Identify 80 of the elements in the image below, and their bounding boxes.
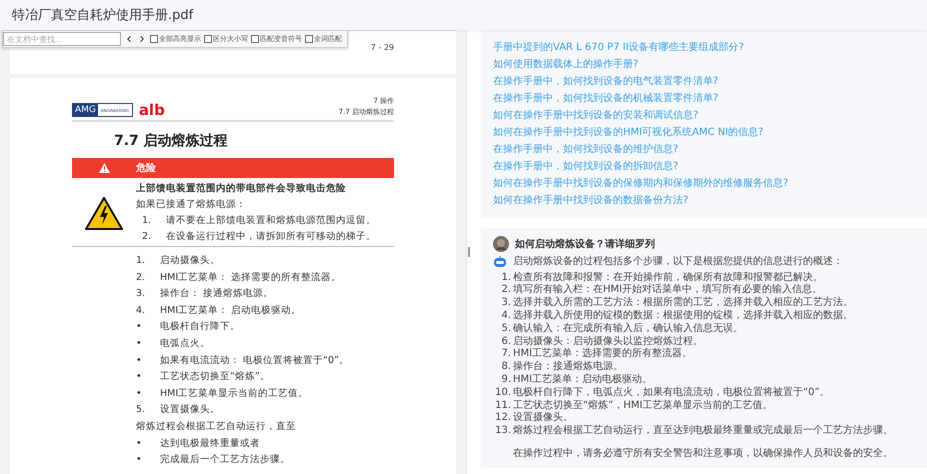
answer-step: 选择并载入所使用的锭模的数据：根据使用的锭模，选择并载入相应的数据。 [513, 310, 853, 322]
step-number: 2. [136, 272, 146, 284]
bullet-text: 电极杆自行降下。 [160, 321, 240, 334]
answer-step-number: 1. [500, 272, 511, 284]
answer-step-number: 10. [494, 386, 511, 399]
answer-step-number: 7. [500, 348, 511, 360]
step-text: 操作台： 接通熔炼电源。 [160, 288, 274, 300]
answer-step: 启动摄像头：启动摄像头以监控熔炼过程。 [513, 336, 703, 348]
window-title: 特冶厂真空自耗炉使用手册.pdf [12, 7, 194, 24]
answer-step-number: 2. [500, 284, 511, 296]
splitter-handle[interactable] [468, 247, 470, 257]
bullet-text: HMI工艺菜单显示当前的工艺值。 [160, 388, 308, 400]
step-number: 3. [136, 288, 146, 300]
bullet-mark: • [136, 338, 143, 350]
answer-step: 填写所有输入栏：在HMI开始对话菜单中，填写所有必要的输入信息。 [513, 284, 822, 296]
answer-step: 电极杆自行降下，电弧点火，如果有电流流动，电极位置将被置于“0”。 [513, 386, 830, 399]
search-field[interactable]: 在文档中查找... [3, 32, 121, 46]
question-link[interactable]: 在操作手册中，如何找到设备的机械装置零件清单? [493, 93, 915, 104]
answer-step: HMI工艺菜单：启动电极驱动。 [513, 374, 652, 386]
bullet-mark: • [136, 321, 143, 334]
danger-step: 请不要在上部馈电装置和熔炼电源范围内逗留。 [166, 215, 376, 227]
answer-intro: 启动熔炼设备的过程包括多个步骤，以下是根据您提供的信息进行的概述： [513, 256, 843, 268]
step-text: HMI工艺菜单： 选择需要的所有整流器。 [160, 272, 342, 284]
bullet-text: 工艺状态切换至“熔炼”。 [160, 371, 270, 384]
question-link[interactable]: 如何在操作手册中找到设备的HMI可视化系统AMC NI的信息? [493, 127, 915, 138]
answer-step: 操作台：接通熔炼电源。 [513, 361, 623, 374]
step-number: 2. [142, 231, 152, 243]
bullet-text: 如果有电流流动： 电极位置将被置于“0”。 [160, 354, 349, 367]
answer-step: 确认输入：在完成所有输入后，确认输入信息无误。 [513, 322, 743, 335]
question-link[interactable]: 在操作手册中，如何找到设备的拆卸信息? [493, 161, 915, 172]
answer-step-number: 12. [494, 412, 511, 424]
paragraph-text: 熔炼过程会根据工艺自动运行，直至 [136, 420, 296, 433]
page-number: 7 - 29 [370, 43, 394, 54]
bullet-text: 完成最后一个工艺方法步骤。 [160, 454, 290, 466]
answer-step-number: 5. [500, 322, 511, 335]
answer-step: HMI工艺菜单：选择需要的所有整流器。 [513, 348, 692, 360]
bullet-mark: • [136, 388, 143, 400]
answer-step: 选择并载入所需的工艺方法：根据所需的工艺，选择并载入相应的工艺方法。 [513, 297, 853, 310]
answer-step: 检查所有故障和报警：在开始操作前，确保所有故障和报警都已解决。 [513, 272, 823, 284]
bullet-mark: • [136, 354, 143, 367]
bullet-mark: • [136, 454, 143, 466]
answer-step-number: 11. [494, 400, 511, 412]
answer-step-number: 3. [500, 297, 511, 310]
answer-closing: 在操作过程中，请务必遵守所有安全警告和注意事项，以确保操作人员和设备的安全。 [513, 448, 893, 460]
answer-step-number: 6. [500, 336, 511, 348]
answer-step: 工艺状态切换至“熔炼”，HMI工艺菜单显示当前的工艺值。 [513, 400, 772, 412]
step-number: 5. [136, 404, 146, 416]
answer-step-number: 13. [494, 425, 511, 438]
answer-step-number: 4. [500, 310, 511, 322]
question-link[interactable]: 手册中提到的VAR L 670 P7 II设备有哪些主要组成部分? [493, 42, 915, 53]
step-number: 1. [142, 215, 152, 227]
question-link[interactable]: 如何在操作手册中找到设备的数据备份方法? [493, 195, 915, 206]
question-link[interactable]: 在操作手册中，如何找到设备的电气装置零件清单? [493, 76, 915, 87]
robot-icon [493, 256, 507, 268]
question-link[interactable]: 如何使用数据载体上的操作手册? [493, 59, 915, 70]
danger-intro: 如果已接通了熔炼电源： [136, 199, 247, 211]
danger-step: 在设备运行过程中，请拆卸所有可移动的梯子。 [166, 231, 376, 243]
warning-icon [98, 163, 110, 173]
section-heading: 7.7 启动熔炼过程 [114, 132, 229, 150]
danger-title: 上部馈电装置范围内的带电部件会导致电击危险 [136, 183, 347, 195]
answer-step: 熔炼过程会根据工艺自动运行，直至达到电极最终重量或完成最后一个工艺方法步骤。 [513, 425, 893, 438]
step-number: 1. [136, 255, 146, 267]
bullet-mark: • [136, 371, 143, 384]
bullet-mark: • [136, 438, 143, 450]
step-text: 启动摄像头。 [160, 255, 220, 267]
bullet-text: 达到电极最终重量或者 [160, 438, 260, 450]
danger-label: 危险 [136, 162, 156, 175]
step-number: 4. [136, 304, 146, 317]
step-text: 设置摄像头。 [160, 404, 220, 416]
question-link[interactable]: 在操作手册中，如何找到设备的维护信息? [493, 144, 915, 155]
electric-hazard-icon [85, 196, 123, 230]
question-link[interactable]: 如何在操作手册中找到设备的保修期内和保修期外的维修服务信息? [493, 178, 915, 189]
bullet-text: 电弧点火。 [160, 338, 210, 350]
partner-logo: alb [138, 103, 165, 117]
answer-step-number: 9. [500, 374, 511, 386]
answer-step-number: 8. [500, 361, 511, 374]
question-link[interactable]: 如何在操作手册中找到设备的安装和调试信息? [493, 110, 915, 121]
answer-step: 设置摄像头。 [513, 412, 573, 424]
user-question: 如何启动熔炼设备？请详细罗列 [515, 237, 655, 251]
step-text: HMI工艺菜单： 启动电极驱动。 [160, 304, 302, 317]
